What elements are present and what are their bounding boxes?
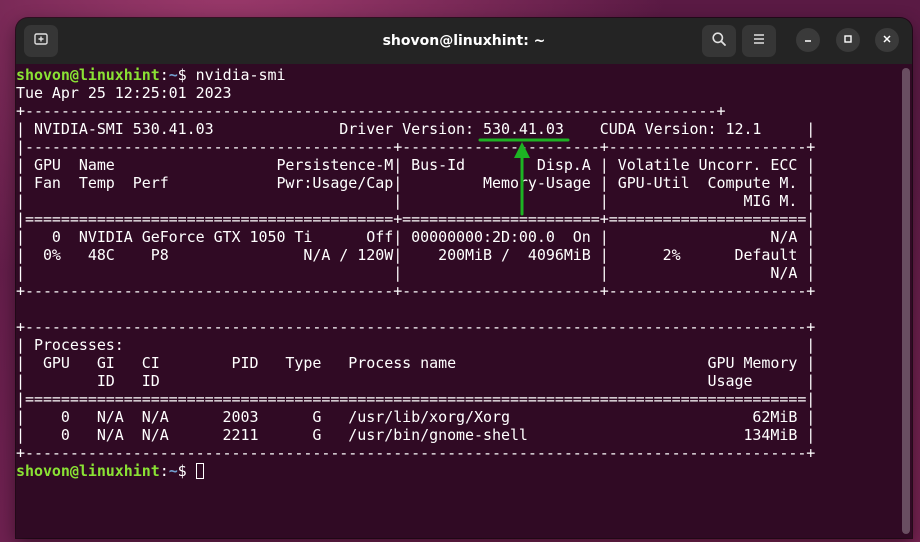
maximize-icon: [843, 31, 853, 49]
minimize-button[interactable]: [796, 28, 820, 52]
output-line: | | | N/A |: [16, 264, 816, 282]
output-line: +---------------------------------------…: [16, 102, 726, 120]
menu-icon: [751, 31, 767, 52]
window-title: shovon@linuxhint: ~: [382, 33, 546, 49]
scrollbar[interactable]: [902, 68, 910, 534]
terminal-window: shovon@linuxhint: ~ shovon@linuxhint:~$ …: [16, 18, 912, 538]
output-line: Tue Apr 25 12:25:01 2023: [16, 84, 232, 102]
menu-button[interactable]: [742, 25, 776, 57]
output-line: +---------------------------------------…: [16, 282, 816, 300]
prompt: shovon@linuxhint:~$: [16, 66, 196, 84]
output-line: | 0 N/A N/A 2211 G /usr/bin/gnome-shell …: [16, 426, 816, 444]
output-line: | Processes: |: [16, 336, 816, 354]
close-icon: [882, 31, 892, 49]
output-line: | 0% 48C P8 N/A / 120W| 200MiB / 4096MiB…: [16, 246, 816, 264]
output-line: +---------------------------------------…: [16, 318, 816, 336]
output-line: | GPU Name Persistence-M| Bus-Id Disp.A …: [16, 156, 816, 174]
output-line: +---------------------------------------…: [16, 444, 816, 462]
search-button[interactable]: [702, 25, 736, 57]
search-icon: [711, 31, 727, 52]
text-cursor: [195, 463, 204, 479]
output-line: | NVIDIA-SMI 530.41.03 Driver Version: 5…: [16, 120, 816, 138]
output-line: | 0 N/A N/A 2003 G /usr/lib/xorg/Xorg 62…: [16, 408, 816, 426]
output-line: |=======================================…: [16, 390, 816, 408]
maximize-button[interactable]: [836, 28, 860, 52]
output-line: |---------------------------------------…: [16, 138, 816, 156]
output-line: | ID ID Usage |: [16, 372, 816, 390]
output-line: | Fan Temp Perf Pwr:Usage/Cap| Memory-Us…: [16, 174, 816, 192]
close-button[interactable]: [875, 28, 899, 52]
output-line: | | | MIG M. |: [16, 192, 816, 210]
output-line: | 0 NVIDIA GeForce GTX 1050 Ti Off| 0000…: [16, 228, 816, 246]
minimize-icon: [803, 31, 813, 49]
output-line: | GPU GI CI PID Type Process name GPU Me…: [16, 354, 816, 372]
terminal-text: shovon@linuxhint:~$ nvidia-smi Tue Apr 2…: [16, 66, 815, 480]
title-bar[interactable]: shovon@linuxhint: ~: [16, 18, 912, 65]
prompt: shovon@linuxhint:~$: [16, 462, 196, 480]
command-text: nvidia-smi: [195, 66, 286, 84]
terminal-output[interactable]: shovon@linuxhint:~$ nvidia-smi Tue Apr 2…: [16, 64, 912, 538]
output-line: |=======================================…: [16, 210, 816, 228]
